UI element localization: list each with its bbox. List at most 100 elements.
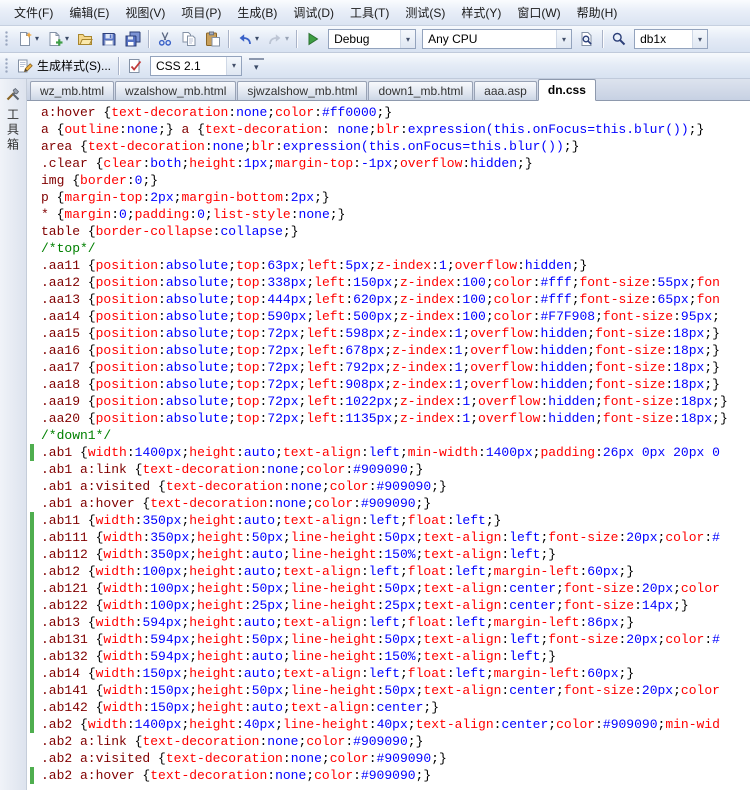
code-line[interactable]: .aa20 {position:absolute;top:72px;left:1… — [27, 410, 750, 427]
change-indicator — [30, 580, 34, 597]
code-line[interactable]: .ab132 {width:594px;height:auto;line-hei… — [27, 648, 750, 665]
menu-bar: 文件(F)编辑(E)视图(V)项目(P)生成(B)调试(D)工具(T)测试(S)… — [0, 0, 750, 26]
code-line[interactable]: .ab111 {width:350px;height:50px;line-hei… — [27, 529, 750, 546]
menu-item-file[interactable]: 文件(F) — [6, 0, 61, 25]
open-folder-icon — [77, 31, 93, 47]
tab-dn.css[interactable]: dn.css — [538, 79, 596, 101]
code-text: .ab111 {width:350px;height:50px;line-hei… — [27, 529, 750, 546]
code-line[interactable]: .ab1 a:hover {text-decoration:none;color… — [27, 495, 750, 512]
quick-find-button[interactable] — [607, 28, 631, 50]
add-item-button[interactable]: ▾ — [43, 28, 73, 50]
code-line[interactable]: /*top*/ — [27, 240, 750, 257]
find-in-files-button[interactable] — [575, 28, 599, 50]
tab-wzalshow_mb.html[interactable]: wzalshow_mb.html — [115, 81, 236, 100]
menu-item-build[interactable]: 生成(B) — [229, 0, 285, 25]
code-line[interactable]: area {text-decoration:none;blr:expressio… — [27, 138, 750, 155]
code-line[interactable]: .ab1 {width:1400px;height:auto;text-alig… — [27, 444, 750, 461]
code-line[interactable]: .ab2 a:link {text-decoration:none;color:… — [27, 733, 750, 750]
code-line[interactable]: .ab2 a:hover {text-decoration:none;color… — [27, 767, 750, 784]
code-line[interactable]: .aa19 {position:absolute;top:72px;left:1… — [27, 393, 750, 410]
save-all-button[interactable] — [121, 28, 145, 50]
open-folder-button[interactable] — [73, 28, 97, 50]
code-line[interactable]: .aa13 {position:absolute;top:444px;left:… — [27, 291, 750, 308]
copy-icon — [181, 31, 197, 47]
code-line[interactable]: .aa12 {position:absolute;top:338px;left:… — [27, 274, 750, 291]
code-line[interactable]: .aa16 {position:absolute;top:72px;left:6… — [27, 342, 750, 359]
paste-button[interactable] — [201, 28, 225, 50]
tab-aaa.asp[interactable]: aaa.asp — [474, 81, 537, 100]
code-line[interactable]: .ab2 {width:1400px;height:40px;line-heig… — [27, 716, 750, 733]
code-line[interactable]: img {border:0;} — [27, 172, 750, 189]
combo-dropdown-icon[interactable]: ▾ — [400, 30, 415, 48]
cut-button[interactable] — [153, 28, 177, 50]
code-line[interactable]: .aa14 {position:absolute;top:590px;left:… — [27, 308, 750, 325]
tab-wz_mb.html[interactable]: wz_mb.html — [30, 81, 114, 100]
code-line[interactable]: .ab142 {width:150px;height:auto;text-ali… — [27, 699, 750, 716]
code-line[interactable]: .ab122 {width:100px;height:25px;line-hei… — [27, 597, 750, 614]
build-style-button[interactable]: 生成样式(S)... — [13, 55, 115, 77]
code-line[interactable]: .ab131 {width:594px;height:50px;line-hei… — [27, 631, 750, 648]
change-indicator — [30, 631, 34, 648]
code-text: .ab11 {width:350px;height:auto;text-alig… — [27, 512, 750, 529]
toolbox-tab[interactable]: 工具箱 — [5, 84, 22, 156]
code-line[interactable]: .ab13 {width:594px;height:auto;text-alig… — [27, 614, 750, 631]
menu-item-project[interactable]: 项目(P) — [173, 0, 229, 25]
editor[interactable]: a:hover {text-decoration:none;color:#ff0… — [27, 101, 750, 790]
code-line[interactable]: a {outline:none;} a {text-decoration: no… — [27, 121, 750, 138]
toolbar-separator — [118, 57, 120, 75]
code-line[interactable]: /*down1*/ — [27, 427, 750, 444]
code-line[interactable]: .ab11 {width:350px;height:auto;text-alig… — [27, 512, 750, 529]
code-line[interactable]: .clear {clear:both;height:1px;margin-top… — [27, 155, 750, 172]
code-text: .aa18 {position:absolute;top:72px;left:9… — [27, 376, 750, 393]
menu-item-debug[interactable]: 调试(D) — [285, 0, 342, 25]
code-line[interactable]: .ab112 {width:350px;height:auto;line-hei… — [27, 546, 750, 563]
code-line[interactable]: .ab121 {width:100px;height:50px;line-hei… — [27, 580, 750, 597]
menu-item-view[interactable]: 视图(V) — [117, 0, 173, 25]
save-button[interactable] — [97, 28, 121, 50]
toolbar-overflow-button[interactable]: ▾ — [249, 58, 264, 74]
toolbar-separator — [148, 30, 150, 48]
code-line[interactable]: table {border-collapse:collapse;} — [27, 223, 750, 240]
solution-platform-combo[interactable]: Any CPU▾ — [422, 29, 572, 49]
code-line[interactable]: .ab12 {width:100px;height:auto;text-alig… — [27, 563, 750, 580]
code-line[interactable]: a:hover {text-decoration:none;color:#ff0… — [27, 104, 750, 121]
tab-down1_mb.html[interactable]: down1_mb.html — [368, 81, 473, 100]
new-item-button[interactable]: ▾ — [13, 28, 43, 50]
code-line[interactable]: .ab141 {width:150px;height:50px;line-hei… — [27, 682, 750, 699]
collapsed-toolwindow-strip: 工具箱 — [0, 79, 27, 790]
code-line[interactable]: p {margin-top:2px;margin-bottom:2px;} — [27, 189, 750, 206]
code-text: .aa14 {position:absolute;top:590px;left:… — [27, 308, 750, 325]
combo-dropdown-icon[interactable]: ▾ — [226, 57, 241, 75]
copy-button[interactable] — [177, 28, 201, 50]
tab-sjwzalshow_mb.html[interactable]: sjwzalshow_mb.html — [237, 81, 367, 100]
code-line[interactable]: .ab1 a:link {text-decoration:none;color:… — [27, 461, 750, 478]
code-line[interactable]: .aa11 {position:absolute;top:63px;left:5… — [27, 257, 750, 274]
toolbar-grip[interactable] — [5, 31, 9, 47]
menu-item-help[interactable]: 帮助(H) — [569, 0, 626, 25]
code-line[interactable]: .aa15 {position:absolute;top:72px;left:5… — [27, 325, 750, 342]
code-line[interactable]: .aa17 {position:absolute;top:72px;left:7… — [27, 359, 750, 376]
code-text: table {border-collapse:collapse;} — [27, 223, 750, 240]
code-line[interactable]: .ab14 {width:150px;height:auto;text-alig… — [27, 665, 750, 682]
menu-item-edit[interactable]: 编辑(E) — [61, 0, 117, 25]
solution-configuration-combo[interactable]: Debug▾ — [328, 29, 416, 49]
undo-button[interactable]: ▾ — [233, 28, 263, 50]
code-line[interactable]: .ab2 a:visited {text-decoration:none;col… — [27, 750, 750, 767]
code-line[interactable]: * {margin:0;padding:0;list-style:none;} — [27, 206, 750, 223]
solution-platform-combo-value: Any CPU — [423, 32, 556, 46]
code-line[interactable]: .ab1 a:visited {text-decoration:none;col… — [27, 478, 750, 495]
check-style-button[interactable] — [123, 55, 147, 77]
code-line[interactable]: .aa18 {position:absolute;top:72px;left:9… — [27, 376, 750, 393]
code-text: .ab141 {width:150px;height:50px;line-hei… — [27, 682, 750, 699]
menu-item-test[interactable]: 测试(S) — [397, 0, 453, 25]
combo-dropdown-icon[interactable]: ▾ — [556, 30, 571, 48]
find-combo[interactable]: db1x▾ — [634, 29, 708, 49]
dropdown-caret-icon: ▾ — [65, 35, 69, 43]
menu-item-style[interactable]: 样式(Y) — [453, 0, 509, 25]
menu-item-window[interactable]: 窗口(W) — [509, 0, 568, 25]
menu-item-tools[interactable]: 工具(T) — [342, 0, 397, 25]
combo-dropdown-icon[interactable]: ▾ — [692, 30, 707, 48]
toolbar-grip[interactable] — [5, 58, 9, 74]
css-schema-combo[interactable]: CSS 2.1 ▾ — [150, 56, 242, 76]
start-debug-button[interactable] — [301, 28, 325, 50]
